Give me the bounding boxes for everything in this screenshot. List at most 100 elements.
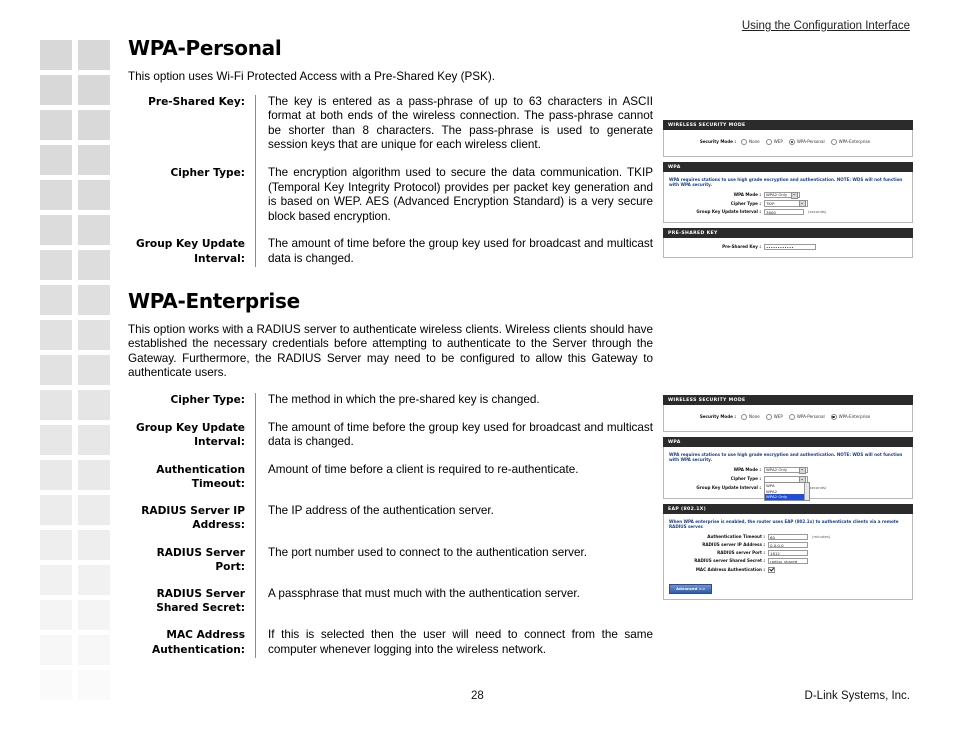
definition-label: MAC Address Authentication: <box>128 628 256 658</box>
definition-row: Cipher Type: The encryption algorithm us… <box>128 165 653 238</box>
definition-description: The port number used to connect to the a… <box>268 545 588 559</box>
screenshot-wpa-personal: WIRELESS SECURITY MODE Security Mode : N… <box>663 120 913 263</box>
section-wpa-personal: WPA-Personal This option uses Wi-Fi Prot… <box>128 36 653 267</box>
decorative-square <box>78 390 110 420</box>
cipher-type-dropdown-list[interactable]: WPA WPA2 WPA2 Only <box>764 481 810 501</box>
definition-description: The amount of time before the group key … <box>268 420 653 449</box>
decorative-square <box>40 180 72 210</box>
panel-body: Security Mode : None WEP WPA-Personal WP… <box>663 404 913 432</box>
panel-header: EAP (802.1X) <box>663 504 913 515</box>
radio-label: None <box>749 414 760 420</box>
radius-server-ip-label: RADIUS server IP Address : <box>702 542 765 548</box>
dropdown-scrollbar[interactable] <box>804 482 809 500</box>
authentication-timeout-input[interactable]: 60 <box>768 533 808 540</box>
decorative-square <box>78 40 110 70</box>
definition-label: RADIUS Server Port: <box>128 545 256 587</box>
definition-label: Authentication Timeout: <box>128 462 256 505</box>
radius-server-port-label: RADIUS server Port : <box>717 550 765 556</box>
decorative-square-strip <box>40 40 110 712</box>
radio-option-wpa-personal[interactable]: WPA-Personal <box>788 413 825 420</box>
definition-label: Group Key Update Interval: <box>128 237 256 267</box>
decorative-square <box>40 285 72 315</box>
decorative-square <box>40 460 72 490</box>
decorative-square <box>40 635 72 665</box>
definition-label: Cipher Type: <box>128 165 256 238</box>
radio-label: WPA-Personal <box>796 414 825 420</box>
field-row-authentication-timeout: Authentication Timeout : 60 (minutes) <box>669 533 907 540</box>
panel-header: WPA <box>663 436 913 447</box>
definition-label: Cipher Type: <box>128 392 256 421</box>
radio-icon <box>788 413 795 420</box>
definition-label: Pre-Shared Key: <box>128 94 256 166</box>
cipher-type-select[interactable]: TKIP <box>764 200 808 208</box>
content-column: WPA-Personal This option uses Wi-Fi Prot… <box>128 36 653 658</box>
wpa-mode-value: WPA2 Only <box>766 192 788 198</box>
cipher-type-label: Cipher Type : <box>730 200 761 206</box>
definition-description: The amount of time before the group key … <box>268 237 653 265</box>
definition-row: Group Key Update Interval: The amount of… <box>128 420 653 463</box>
decorative-square <box>40 355 72 385</box>
definition-description: The IP address of the authentication ser… <box>268 504 494 518</box>
decorative-square <box>40 565 72 595</box>
screenshot-wpa-enterprise: WIRELESS SECURITY MODE Security Mode : N… <box>663 395 913 605</box>
decorative-square <box>40 145 72 175</box>
radio-icon <box>741 138 748 145</box>
mac-address-authentication-label: MAC Address Authentication : <box>695 566 765 572</box>
radio-option-wpa-personal[interactable]: WPA-Personal <box>788 138 825 145</box>
radio-icon-selected <box>830 413 837 420</box>
field-row-wpa-mode: WPA Mode : WPA2 Only <box>669 466 907 474</box>
page-title-wpa-personal: WPA-Personal <box>128 36 282 60</box>
definition-row: RADIUS Server IP Address: The IP address… <box>128 504 653 546</box>
decorative-square <box>78 110 110 140</box>
definition-label: RADIUS Server IP Address: <box>128 504 256 546</box>
field-row-radius-secret: RADIUS server Shared Secret : radius_sha… <box>669 558 907 565</box>
radio-option-wep[interactable]: WEP <box>765 138 783 145</box>
definition-row: RADIUS Server Shared Secret: A passphras… <box>128 586 653 629</box>
decorative-square <box>40 215 72 245</box>
cipher-type-value: TKIP <box>766 200 775 206</box>
advanced-button[interactable]: Advanced >> <box>669 583 713 594</box>
radius-server-port-input[interactable]: 1812 <box>768 550 808 557</box>
decorative-square <box>40 600 72 630</box>
panel-header: WIRELESS SECURITY MODE <box>663 395 913 405</box>
wpa-mode-select[interactable]: WPA2 Only <box>764 466 808 474</box>
panel-body: Pre-Shared Key : •••••••••••• <box>663 238 913 259</box>
radio-option-wpa-enterprise[interactable]: WPA-Enterprise <box>830 413 870 420</box>
definition-row: Authentication Timeout: Amount of time b… <box>128 462 653 505</box>
mac-address-authentication-checkbox[interactable] <box>768 566 775 574</box>
group-key-interval-input[interactable]: 3600 <box>764 209 804 216</box>
pre-shared-key-input[interactable]: •••••••••••• <box>764 244 816 251</box>
radio-icon <box>830 138 837 145</box>
definition-row: Cipher Type: The method in which the pre… <box>128 392 653 421</box>
page-title-wpa-enterprise: WPA-Enterprise <box>128 288 300 313</box>
footer-company-name: D-Link Systems, Inc. <box>804 690 910 702</box>
cipher-type-select-wrapper: WPA WPA2 WPA2 Only <box>764 475 810 501</box>
definition-description: The encryption algorithm used to secure … <box>268 165 653 223</box>
panel-wireless-security-mode: WIRELESS SECURITY MODE Security Mode : N… <box>663 395 913 432</box>
panel-body: WPA requires stations to use high grade … <box>663 171 913 224</box>
panel-header: WIRELESS SECURITY MODE <box>663 120 913 130</box>
security-mode-radio-group: Security Mode : None WEP WPA-Personal WP… <box>669 409 907 426</box>
decorative-square <box>40 110 72 140</box>
dropdown-option-wpa2-only[interactable]: WPA2 Only <box>765 494 809 500</box>
chevron-down-icon <box>799 200 806 208</box>
section-intro-wpa-personal: This option uses Wi-Fi Protected Access … <box>128 70 495 83</box>
radio-option-wep[interactable]: WEP <box>765 413 783 420</box>
radius-server-ip-input[interactable]: 0.0.0.0 <box>768 542 808 549</box>
radio-icon-selected <box>788 138 795 145</box>
radio-option-wpa-enterprise[interactable]: WPA-Enterprise <box>830 138 870 145</box>
radio-option-none[interactable]: None <box>741 138 760 145</box>
radio-option-none[interactable]: None <box>741 413 760 420</box>
decorative-square <box>78 530 110 560</box>
decorative-square <box>78 600 110 630</box>
field-row-cipher-type: Cipher Type : WPA WPA2 WPA2 Only <box>669 475 907 501</box>
radius-shared-secret-label: RADIUS server Shared Secret : <box>694 558 765 564</box>
radius-shared-secret-input[interactable]: radius_shared <box>768 558 808 565</box>
section-intro-wpa-enterprise: This option works with a RADIUS server t… <box>128 322 653 380</box>
panel-wireless-security-mode: WIRELESS SECURITY MODE Security Mode : N… <box>663 120 913 157</box>
decorative-square <box>78 670 110 700</box>
wpa-mode-select[interactable]: WPA2 Only <box>764 191 800 199</box>
radio-icon <box>765 138 772 145</box>
radio-label: None <box>749 139 760 145</box>
security-mode-radio-group: Security Mode : None WEP WPA-Personal WP… <box>669 134 907 151</box>
